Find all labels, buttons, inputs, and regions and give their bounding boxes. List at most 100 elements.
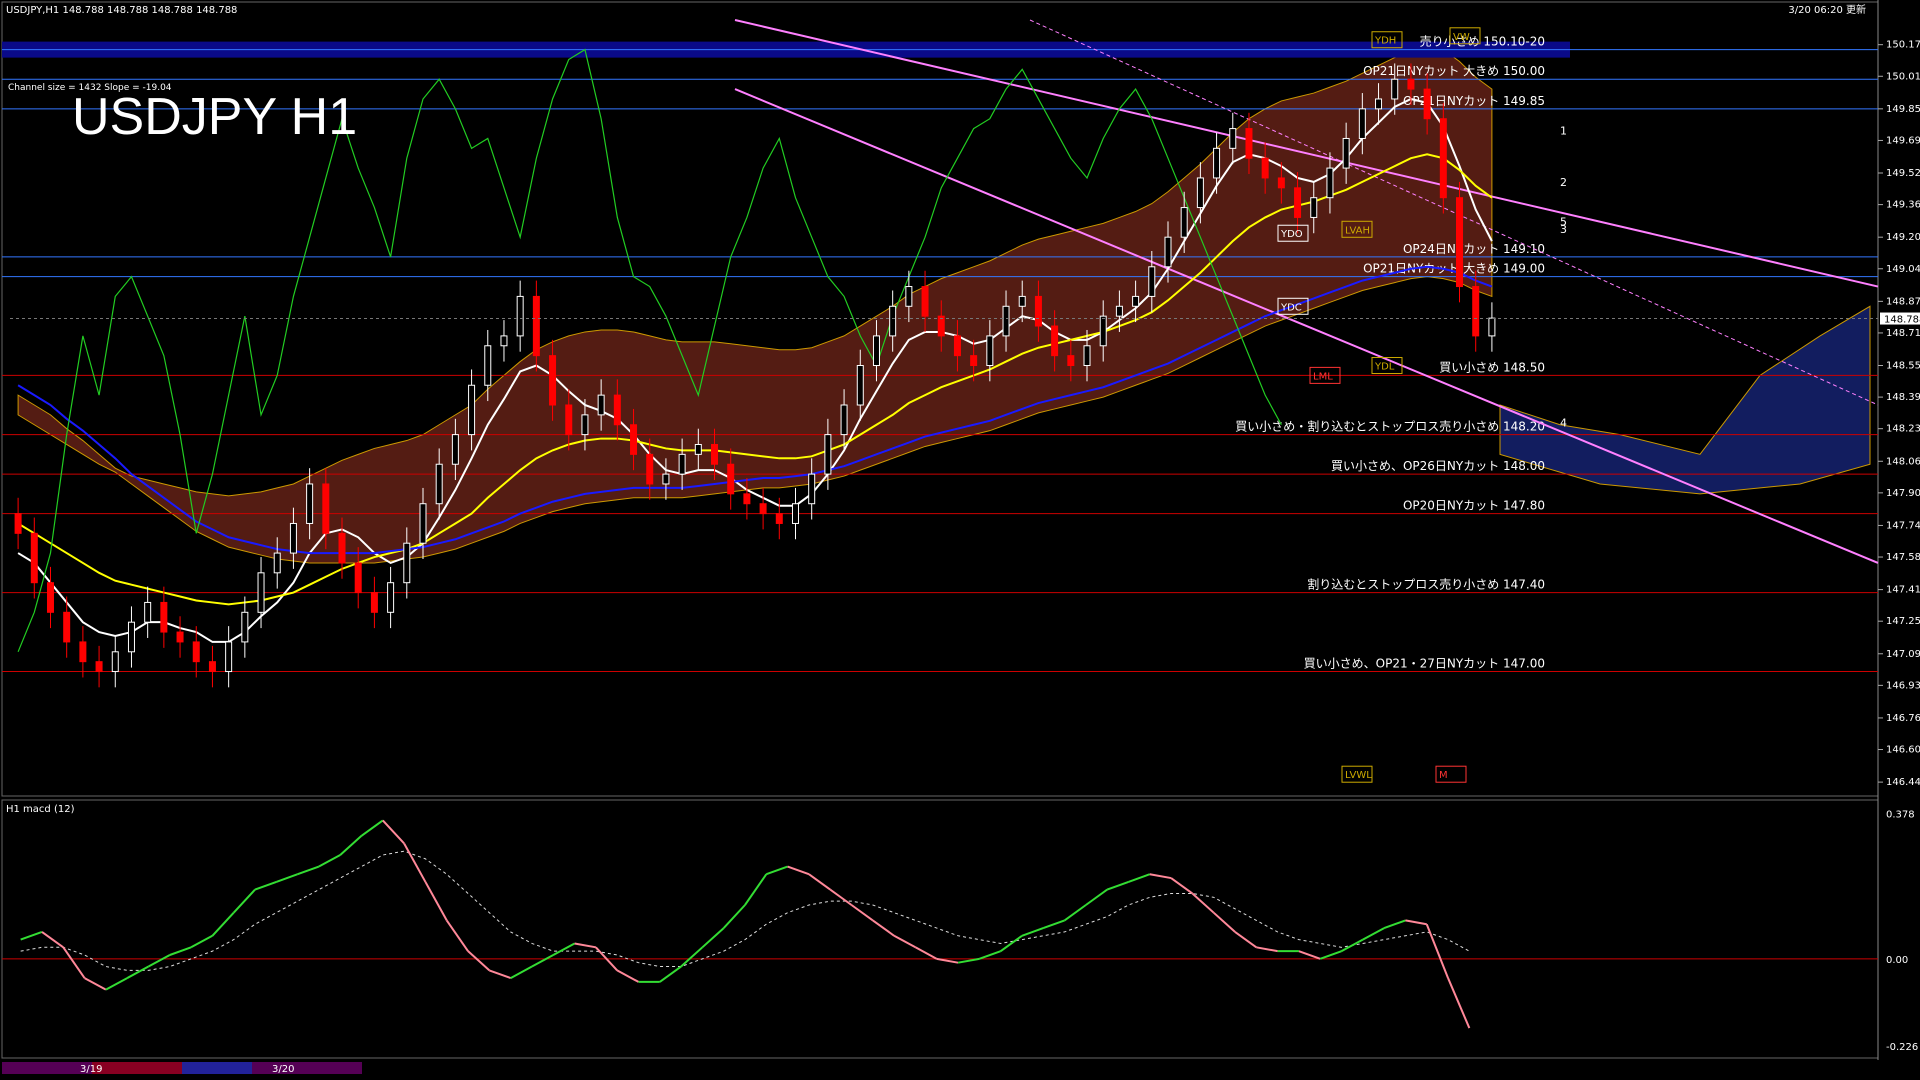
- candle-body: [727, 463, 735, 495]
- pivot-box-label: LVAH: [1345, 225, 1370, 236]
- channel-number: 1: [1560, 125, 1567, 138]
- level-label: 割り込むとストップロス売り小さめ 147.40: [1307, 577, 1545, 592]
- price-tick-label: 147.255: [1886, 616, 1920, 627]
- candle-body: [1099, 315, 1107, 347]
- candle-body: [516, 295, 524, 337]
- candle-body: [1407, 78, 1415, 90]
- candle-body: [1164, 236, 1172, 268]
- price-tick-label: 149.040: [1886, 264, 1920, 275]
- candle-body: [1326, 167, 1334, 199]
- pivot-box-label: VW: [1453, 32, 1470, 43]
- candle-body: [613, 394, 621, 426]
- candle-body: [176, 631, 184, 643]
- candle-body: [1277, 177, 1285, 189]
- price-tick-label: 146.605: [1886, 745, 1920, 756]
- candle-body: [775, 513, 783, 524]
- candle-body: [1213, 147, 1221, 179]
- price-tick-label: 148.390: [1886, 392, 1920, 403]
- pivot-box-label: YDC: [1280, 302, 1302, 313]
- price-tick-label: 147.905: [1886, 488, 1920, 499]
- candle-body: [1488, 317, 1496, 337]
- candle-body: [192, 641, 200, 663]
- candle-body: [1180, 207, 1188, 238]
- candle-body: [646, 453, 654, 485]
- candle-body: [435, 463, 443, 505]
- level-label: 買い小さめ、OP26日NYカット 148.00: [1331, 459, 1545, 473]
- candle-body: [208, 661, 216, 673]
- candle-body: [1261, 157, 1269, 179]
- pivot-box-label: YDH: [1374, 36, 1396, 47]
- candle-body: [338, 532, 346, 564]
- level-label: OP21日NYカット 大きめ 150.00: [1363, 64, 1545, 78]
- candle-body: [824, 434, 832, 475]
- candle-body: [403, 542, 411, 584]
- candle-body: [532, 295, 540, 357]
- price-tick-label: 148.715: [1886, 328, 1920, 339]
- macd-title: H1 macd (12): [6, 804, 75, 815]
- candle-body: [889, 305, 897, 337]
- date-strip-segment: [92, 1062, 182, 1074]
- candle-body: [289, 522, 297, 554]
- candle-body: [1310, 197, 1318, 218]
- candle-body: [273, 552, 281, 574]
- big-title: USDJPY H1: [72, 88, 357, 146]
- candle-body: [387, 582, 395, 613]
- level-label: 買い小さめ、OP21・27日NYカット 147.00: [1304, 657, 1545, 671]
- price-tick-label: 150.015: [1886, 71, 1920, 82]
- price-tick-label: 149.525: [1886, 168, 1920, 179]
- pivot-box-label: YDL: [1374, 362, 1395, 373]
- symbol-info: USDJPY,H1 148.788 148.788 148.788 148.78…: [6, 5, 237, 16]
- chart-canvas: 売り小さめ 150.10-20OP21日NYカット 大きめ 150.00OP21…: [1, 0, 1920, 1075]
- macd-panel: [1, 799, 1879, 1059]
- price-tick-label: 146.765: [1886, 713, 1920, 724]
- candle-body: [1002, 305, 1010, 337]
- macd-tick-label: -0.226: [1886, 1042, 1918, 1053]
- candle-body: [1456, 197, 1464, 288]
- candle-body: [581, 414, 589, 436]
- candle-body: [662, 473, 670, 485]
- candle-body: [14, 513, 22, 534]
- price-tick-label: 148.875: [1886, 296, 1920, 307]
- channel-number: 2: [1560, 176, 1567, 189]
- price-tick-label: 149.850: [1886, 104, 1920, 115]
- candle-body: [257, 572, 265, 613]
- price-tick-label: 149.200: [1886, 232, 1920, 243]
- candle-body: [921, 286, 929, 317]
- candle-body: [953, 335, 961, 357]
- candle-body: [241, 611, 249, 643]
- macd-tick-label: 0.00: [1886, 955, 1908, 966]
- level-label: 買い小さめ 148.50: [1439, 360, 1545, 374]
- candle-body: [322, 483, 330, 534]
- price-tick-label: 149.365: [1886, 200, 1920, 211]
- candle-body: [46, 582, 54, 613]
- candle-body: [970, 355, 978, 367]
- price-tick-label: 146.440: [1886, 777, 1920, 788]
- level-label: 買い小さめ・割り込むとストップロス売り小さめ 148.20: [1235, 419, 1545, 434]
- candle-body: [1083, 345, 1091, 367]
- candle-body: [127, 621, 135, 653]
- price-tick-label: 150.175: [1886, 40, 1920, 51]
- level-label: 売り小さめ 150.10-20: [1420, 34, 1545, 49]
- price-tick-label: 149.690: [1886, 135, 1920, 146]
- candle-body: [1067, 355, 1075, 367]
- date-label-2: 3/20: [272, 1064, 294, 1075]
- candle-body: [1245, 128, 1253, 159]
- candle-body: [1358, 108, 1366, 139]
- candle-body: [500, 335, 508, 347]
- candle-body: [225, 641, 233, 673]
- price-tick-label: 146.930: [1886, 680, 1920, 691]
- candle-body: [1148, 266, 1156, 297]
- price-tick-label: 147.580: [1886, 552, 1920, 563]
- candle-body: [354, 562, 362, 594]
- candle-body: [711, 443, 719, 465]
- candle-body: [1342, 137, 1350, 169]
- macd-tick-label: 0.378: [1886, 809, 1915, 820]
- candle-body: [597, 394, 605, 416]
- candle-body: [630, 424, 638, 455]
- candle-body: [759, 503, 767, 515]
- candle-body: [872, 335, 880, 367]
- candle-body: [743, 493, 751, 505]
- channel-number: 3: [1560, 223, 1567, 236]
- candle-body: [1051, 325, 1059, 357]
- candle-body: [468, 384, 476, 436]
